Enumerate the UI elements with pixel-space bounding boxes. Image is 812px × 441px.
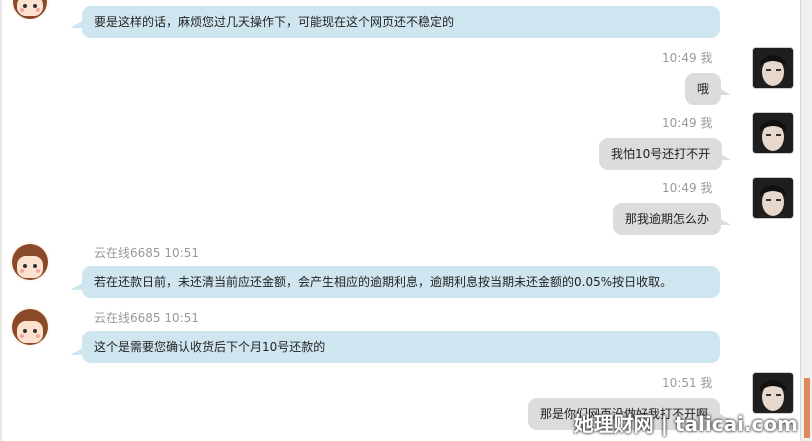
my-avatar [752,47,794,89]
message-meta: 10:49 我 [662,179,712,196]
message-meta: 云在线6685 10:51 [94,309,199,326]
message-time: 10:51 [164,246,199,260]
agent-avatar [10,242,50,282]
message-bubble[interactable]: 要是这样的话，麻烦您过几天操作下，可能现在这个网页还不稳定的 [82,6,720,38]
message-bubble[interactable]: 我怕10号还打不开 [599,138,723,170]
scrollbar-track[interactable] [800,0,812,441]
message-bubble[interactable]: 若在还款日前，未还清当前应还金额，会产生相应的逾期利息，逾期利息按当期未还金额的… [82,266,720,298]
message-time: 10:51 [164,311,199,325]
message-bubble[interactable]: 那我逾期怎么办 [613,203,722,235]
sender-name: 我 [700,116,713,130]
message-text: 那我逾期怎么办 [625,212,710,226]
message-meta: 10:49 我 [662,49,712,66]
sender-name: 云在线6685 [94,311,161,325]
message-text: 若在还款日前，未还清当前应还金额，会产生相应的逾期利息，逾期利息按当期未还金额的… [94,275,673,289]
agent-avatar [10,0,50,20]
message-text: 这个是需要您确认收货后下个月10号还款的 [94,340,326,354]
sender-name: 我 [700,376,713,390]
chat-window: 要是这样的话，麻烦您过几天操作下，可能现在这个网页还不稳定的 10:49 我 哦… [0,0,800,441]
message-time: 10:51 [662,376,697,390]
scrollbar-thumb[interactable] [804,378,810,438]
message-time: 10:49 [662,51,697,65]
message-meta: 云在线6685 10:51 [94,244,199,261]
message-text: 我怕10号还打不开 [611,147,711,161]
message-text: 哦 [697,82,710,96]
sender-name: 我 [700,51,713,65]
bubble-tail [717,152,731,160]
message-time: 10:49 [662,181,697,195]
message-bubble[interactable]: 哦 [685,73,722,105]
left-border [0,0,2,441]
message-text: 要是这样的话，麻烦您过几天操作下，可能现在这个网页还不稳定的 [94,15,455,29]
sender-name: 我 [700,181,713,195]
bubble-tail [717,87,731,95]
sender-name: 云在线6685 [94,246,161,260]
message-meta: 10:49 我 [662,114,712,131]
agent-avatar [10,307,50,347]
bubble-tail [717,217,731,225]
message-time: 10:49 [662,116,697,130]
message-bubble[interactable]: 这个是需要您确认收货后下个月10号还款的 [82,331,720,363]
my-avatar [752,177,794,219]
message-meta: 10:51 我 [662,374,712,391]
site-watermark: 她理财网 | talicai.com [573,412,798,436]
my-avatar [752,112,794,154]
